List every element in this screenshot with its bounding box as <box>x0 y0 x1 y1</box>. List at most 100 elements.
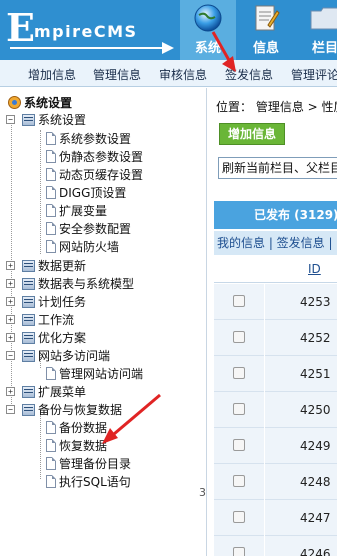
tree-leaf-firewall[interactable]: 网站防火墙 <box>0 239 207 256</box>
tab-info[interactable]: 信息 <box>238 0 294 60</box>
page-icon <box>46 204 56 217</box>
breadcrumb-path[interactable]: 管理信息 > 性质 <box>256 100 337 114</box>
collapse-toggle-icon[interactable]: − <box>6 405 15 414</box>
tree-leaf-label: 执行SQL语句 <box>59 475 131 489</box>
menu-folder-icon <box>22 332 35 344</box>
subnav-sign-info[interactable]: 签发信息 <box>225 66 273 83</box>
tree-node-optimization[interactable]: + 优化方案 <box>0 330 207 347</box>
tree-leaf-manage-backup-dir[interactable]: 管理备份目录 <box>0 456 207 473</box>
tree-node-system-settings[interactable]: − 系统设置 <box>0 112 207 129</box>
tree-leaf-label: 动态页缓存设置 <box>59 168 144 182</box>
tab-system-label: 系统 <box>194 41 221 56</box>
row-checkbox[interactable] <box>233 511 245 523</box>
page-icon <box>46 367 56 380</box>
subnav-manage-comments[interactable]: 管理评论 <box>291 66 337 83</box>
tree-node-label: 系统设置 <box>38 113 87 127</box>
tree-node-label: 数据更新 <box>38 259 87 273</box>
tree-leaf-label: 管理网站访问端 <box>59 367 144 381</box>
tree-leaf-execute-sql[interactable]: 执行SQL语句 <box>0 474 207 491</box>
row-checkbox[interactable] <box>233 295 245 307</box>
tree-node-ext-menu[interactable]: + 扩展菜单 <box>0 384 207 401</box>
menu-folder-icon <box>22 296 35 308</box>
tree-leaf-manage-access[interactable]: 管理网站访问端 <box>0 366 207 383</box>
expand-toggle-icon[interactable]: + <box>6 315 15 324</box>
left-tree-menu: 系统设置 − 系统设置 系统参数设置 伪静态参数设置 动态页缓存设置 DIGG顶… <box>0 88 207 556</box>
tree-root[interactable]: 系统设置 <box>0 95 207 112</box>
tree-root-label: 系统设置 <box>24 96 73 110</box>
row-id: 4249 <box>300 439 331 453</box>
tree-node-data-tables[interactable]: + 数据表与系统模型 <box>0 276 207 293</box>
menu-folder-icon <box>22 114 35 126</box>
expand-toggle-icon[interactable]: + <box>6 261 15 270</box>
menu-folder-icon <box>22 278 35 290</box>
info-subtabs[interactable]: 我的信息 | 签发信息 | <box>214 231 337 255</box>
tree-leaf-digg[interactable]: DIGG顶设置 <box>0 185 207 202</box>
row-id: 4248 <box>300 475 331 489</box>
row-checkbox[interactable] <box>233 475 245 487</box>
row-checkbox[interactable] <box>233 403 245 415</box>
stray-character: 3 <box>199 486 206 499</box>
collapse-toggle-icon[interactable]: − <box>6 351 15 360</box>
tree-leaf-label: DIGG顶设置 <box>59 186 127 200</box>
page-icon <box>46 439 56 452</box>
subnav-review-info[interactable]: 审核信息 <box>159 66 207 83</box>
row-id: 4246 <box>300 547 331 556</box>
tree-leaf-system-params[interactable]: 系统参数设置 <box>0 131 207 148</box>
table-row: 4250 <box>214 392 337 428</box>
tree-leaf-page-cache[interactable]: 动态页缓存设置 <box>0 167 207 184</box>
tree-node-data-update[interactable]: + 数据更新 <box>0 258 207 275</box>
page-icon <box>46 240 56 253</box>
tree-node-workflow[interactable]: + 工作流 <box>0 312 207 329</box>
subnav-add-info[interactable]: 增加信息 <box>28 66 76 83</box>
sub-navigation: 增加信息 管理信息 审核信息 签发信息 管理评论 <box>0 60 337 87</box>
row-id: 4250 <box>300 403 331 417</box>
row-checkbox[interactable] <box>233 331 245 343</box>
tree-leaf-restore-data[interactable]: 恢复数据 <box>0 438 207 455</box>
page-icon <box>46 132 56 145</box>
row-checkbox[interactable] <box>233 439 245 451</box>
subnav-manage-info[interactable]: 管理信息 <box>93 66 141 83</box>
tree-node-scheduled-tasks[interactable]: + 计划任务 <box>0 294 207 311</box>
tab-system[interactable]: 系统 <box>180 0 236 60</box>
add-info-button[interactable]: 增加信息 <box>219 123 285 145</box>
row-id: 4251 <box>300 367 331 381</box>
tree-node-label: 扩展菜单 <box>38 385 87 399</box>
tree-leaf-backup-data[interactable]: 备份数据 <box>0 420 207 437</box>
tree-leaf-pseudo-static[interactable]: 伪静态参数设置 <box>0 149 207 166</box>
table-row: 4248 <box>214 464 337 500</box>
row-checkbox[interactable] <box>233 547 245 556</box>
row-id: 4252 <box>300 331 331 345</box>
table-row: 4249 <box>214 428 337 464</box>
tree-node-backup[interactable]: − 备份与恢复数据 <box>0 402 207 419</box>
table-row: 4251 <box>214 356 337 392</box>
row-checkbox[interactable] <box>233 367 245 379</box>
tree-leaf-label: 备份数据 <box>59 421 108 435</box>
refresh-select[interactable]: 刷新当前栏目、父栏目 <box>218 157 337 179</box>
tree-node-label: 优化方案 <box>38 331 87 345</box>
tree-leaf-label: 恢复数据 <box>59 439 108 453</box>
page-icon <box>46 421 56 434</box>
tree-node-multi-access[interactable]: − 网站多访问端 <box>0 348 207 365</box>
page-icon <box>46 168 56 181</box>
tree-leaf-label: 安全参数配置 <box>59 222 132 236</box>
id-column-header[interactable]: ID <box>308 262 321 276</box>
table-row: 4246 <box>214 536 337 556</box>
menu-folder-icon <box>22 350 35 362</box>
tree-leaf-security[interactable]: 安全参数配置 <box>0 221 207 238</box>
expand-toggle-icon[interactable]: + <box>6 297 15 306</box>
tab-info-label: 信息 <box>252 41 279 56</box>
collapse-toggle-icon[interactable]: − <box>6 115 15 124</box>
logo-letter: E <box>6 5 35 50</box>
document-icon <box>252 3 280 38</box>
tree-node-label: 备份与恢复数据 <box>38 403 123 417</box>
menu-folder-icon <box>22 314 35 326</box>
tree-leaf-ext-vars[interactable]: 扩展变量 <box>0 203 207 220</box>
expand-toggle-icon[interactable]: + <box>6 387 15 396</box>
expand-toggle-icon[interactable]: + <box>6 279 15 288</box>
tree-leaf-label: 伪静态参数设置 <box>59 150 144 164</box>
tree-leaf-label: 系统参数设置 <box>59 132 132 146</box>
tab-column[interactable]: 栏目 <box>300 0 337 60</box>
table-row: 4253 <box>214 284 337 320</box>
page-icon <box>46 475 56 488</box>
expand-toggle-icon[interactable]: + <box>6 333 15 342</box>
